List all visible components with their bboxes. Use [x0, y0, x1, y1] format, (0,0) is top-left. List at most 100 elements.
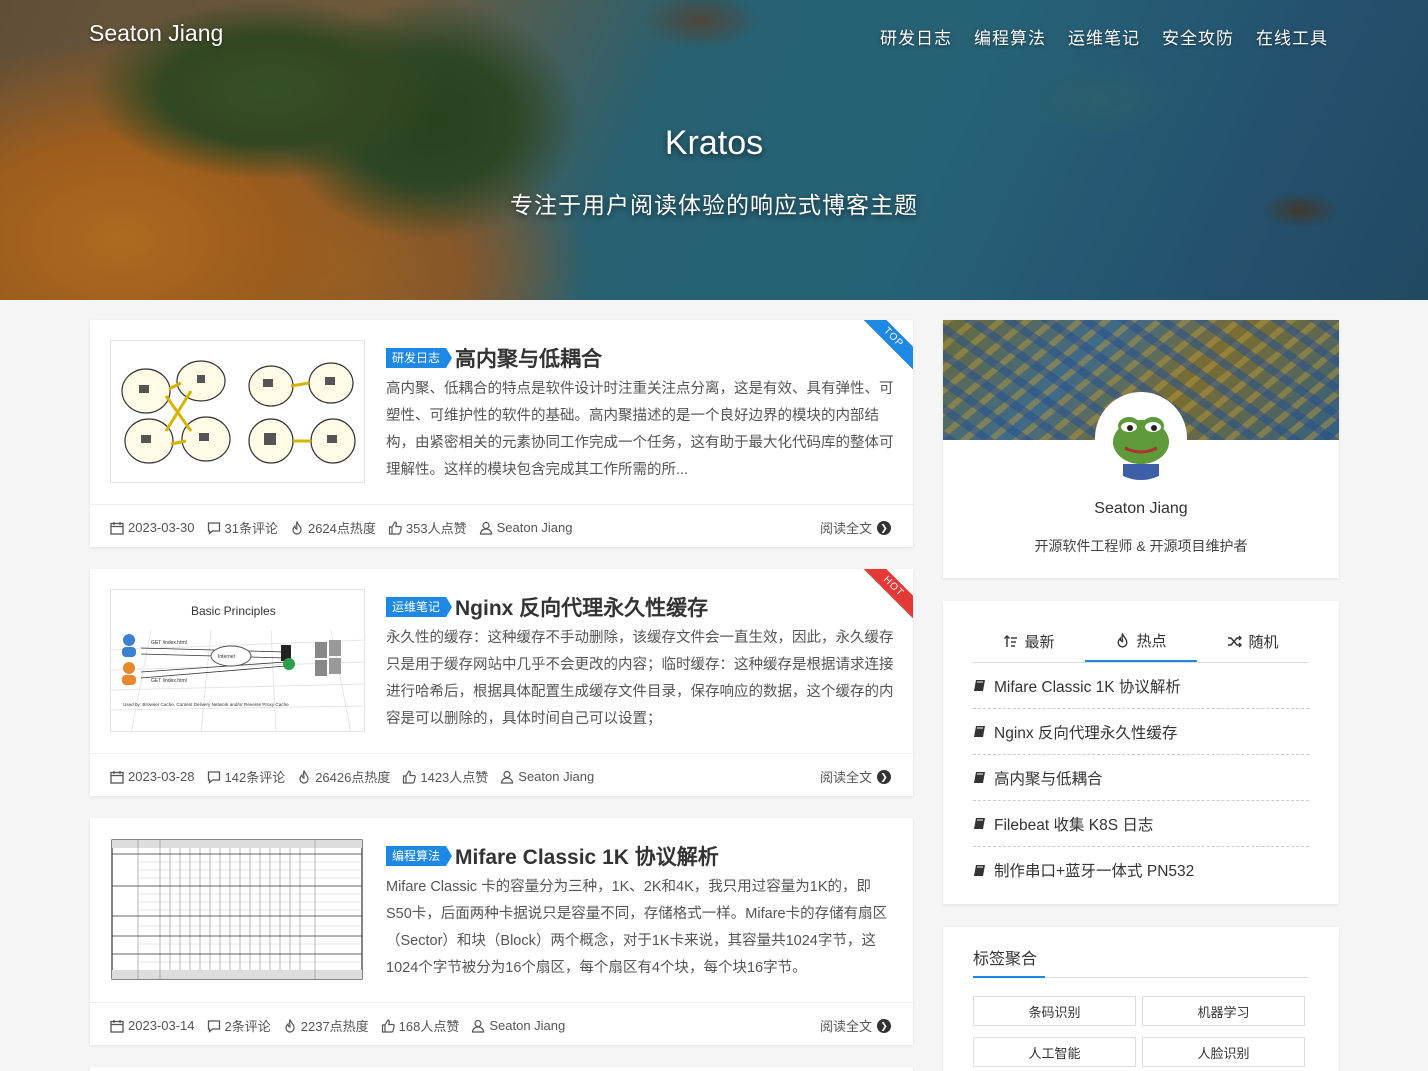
site-brand[interactable]: Seaton Jiang	[89, 20, 223, 47]
calendar-icon	[110, 1019, 124, 1033]
post-author-text: Seaton Jiang	[489, 1018, 566, 1033]
mifare-memory-table-image	[111, 839, 363, 980]
thumb-request-label-2: GET /index.html	[151, 678, 187, 684]
post-likes[interactable]: 353人点赞	[388, 518, 467, 537]
list-item[interactable]: Nginx 反向代理永久性缓存	[973, 709, 1309, 755]
nav-item-tools[interactable]: 在线工具	[1256, 24, 1328, 49]
thumb-internet-label: Internet	[218, 654, 236, 660]
list-item[interactable]: 制作串口+蓝牙一体式 PN532	[973, 847, 1309, 893]
thumb-usedby-label: Used by: Browser Cache, Content Delivery…	[123, 702, 289, 707]
tag-ai[interactable]: 人工智能	[973, 1037, 1136, 1067]
fire-icon	[1118, 633, 1128, 648]
post-views: 26426点热度	[297, 767, 390, 786]
calendar-icon	[110, 521, 124, 535]
read-more-label: 阅读全文	[819, 521, 872, 536]
post-date-text: 2023-03-28	[128, 769, 195, 784]
post-thumbnail[interactable]	[110, 340, 365, 483]
thumbs-up-icon	[388, 520, 402, 535]
tag-machine-learning[interactable]: 机器学习	[1142, 996, 1305, 1026]
hot-post-title: Filebeat 收集 K8S 日志	[994, 816, 1154, 834]
cache-principles-image: Basic Principles Internet GET /index.htm…	[111, 590, 364, 731]
post-date: 2023-03-28	[110, 767, 195, 786]
read-more-link[interactable]: 阅读全文 ❯	[820, 1016, 891, 1035]
tab-label: 随机	[1248, 634, 1279, 651]
post-views-text: 26426点热度	[315, 770, 391, 785]
post-title[interactable]: Nginx 反向代理永久性缓存	[455, 592, 708, 622]
profile-name: Seaton Jiang	[1094, 500, 1188, 517]
list-item[interactable]: Mifare Classic 1K 协议解析	[973, 663, 1309, 709]
top-ribbon: TOP	[851, 320, 913, 380]
post-author[interactable]: Seaton Jiang	[471, 1016, 565, 1035]
hero-subtitle: 专注于用户阅读体验的响应式博客主题	[510, 192, 918, 218]
fire-icon	[292, 520, 302, 535]
category-badge[interactable]: 编程算法	[386, 846, 453, 866]
post-views: 2624点热度	[290, 518, 376, 537]
post-date-text: 2023-03-14	[128, 1018, 195, 1033]
post-comments-text: 31条评论	[224, 521, 278, 536]
list-item[interactable]: Filebeat 收集 K8S 日志	[973, 801, 1309, 847]
fire-icon	[299, 769, 309, 784]
post-card: 研发日志 高内聚与低耦合 高内聚、低耦合的特点是软件设计时注重关注点分离，这是有…	[90, 320, 913, 547]
comment-icon	[207, 1019, 220, 1033]
post-likes[interactable]: 1423人点赞	[402, 767, 488, 786]
book-icon	[974, 726, 985, 737]
category-badge[interactable]: 运维笔记	[386, 597, 453, 617]
calendar-icon	[110, 770, 124, 784]
tag-face-recognition[interactable]: 人脸识别	[1142, 1037, 1305, 1067]
post-views-text: 2237点热度	[300, 1019, 369, 1034]
hero-title: Kratos	[664, 124, 764, 162]
book-icon	[974, 772, 985, 783]
read-more-link[interactable]: 阅读全文 ❯	[820, 767, 891, 786]
post-meta: 2023-03-30 31条评论 2624点热度 353人点赞 Seaton J…	[110, 518, 573, 537]
post-meta: 2023-03-28 142条评论 26426点热度 1423人点赞 Seato…	[110, 767, 594, 786]
nav-item-security[interactable]: 安全攻防	[1162, 24, 1234, 49]
comment-icon	[207, 770, 220, 784]
nav-item-programming[interactable]: 编程算法	[974, 24, 1046, 49]
post-card	[90, 1067, 913, 1071]
post-author[interactable]: Seaton Jiang	[500, 767, 594, 786]
hot-post-list: Mifare Classic 1K 协议解析 Nginx 反向代理永久性缓存 高…	[973, 663, 1309, 893]
user-icon	[479, 521, 492, 535]
nav-item-ops-notes[interactable]: 运维笔记	[1068, 24, 1140, 49]
thumb-request-label-1: GET /index.html	[151, 640, 187, 646]
post-thumbnail[interactable]: Basic Principles Internet GET /index.htm…	[110, 589, 365, 732]
post-footer: 2023-03-30 31条评论 2624点热度 353人点赞 Seaton J…	[90, 504, 913, 547]
post-thumbnail[interactable]	[110, 838, 365, 981]
read-more-link[interactable]: 阅读全文 ❯	[820, 518, 891, 537]
post-excerpt: Mifare Classic 卡的容量分为三种，1K、2K和4K，我只用过容量为…	[386, 879, 888, 976]
tab-label: 最新	[1024, 634, 1055, 651]
post-card: Basic Principles Internet GET /index.htm…	[90, 569, 913, 796]
post-date-text: 2023-03-30	[128, 520, 195, 535]
category-badge[interactable]: 研发日志	[386, 348, 453, 368]
post-title[interactable]: 高内聚与低耦合	[455, 343, 602, 373]
tab-hot[interactable]: 热点	[1085, 621, 1197, 662]
post-excerpt: 高内聚、低耦合的特点是软件设计时注重关注点分离，这是有效、具有弹性、可塑性、可维…	[386, 381, 894, 478]
post-likes[interactable]: 168人点赞	[381, 1016, 460, 1035]
profile-description: 开源软件工程师 & 开源项目维护者	[1034, 538, 1248, 554]
profile-widget: Seaton Jiang 开源软件工程师 & 开源项目维护者	[943, 320, 1339, 578]
post-likes-text: 353人点赞	[405, 521, 467, 536]
post-likes-text: 168人点赞	[398, 1019, 460, 1034]
nav-item-dev-log[interactable]: 研发日志	[880, 24, 952, 49]
user-icon	[501, 770, 514, 784]
chevron-right-icon: ❯	[877, 1018, 891, 1033]
post-comments[interactable]: 31条评论	[207, 518, 278, 537]
post-author[interactable]: Seaton Jiang	[479, 518, 573, 537]
hot-post-title: Mifare Classic 1K 协议解析	[994, 678, 1181, 696]
tab-random[interactable]: 随机	[1197, 621, 1309, 662]
tab-latest[interactable]: 最新	[973, 621, 1085, 662]
post-footer: 2023-03-14 2条评论 2237点热度 168人点赞 Seaton Ji…	[90, 1002, 913, 1045]
posts-widget: 最新 热点 随机 Mifare Classic 1K 协议解析 Nginx 反向…	[943, 601, 1339, 904]
post-comments[interactable]: 2条评论	[207, 1016, 271, 1035]
avatar[interactable]	[1095, 392, 1187, 484]
tag-barcode[interactable]: 条码识别	[973, 996, 1136, 1026]
list-item[interactable]: 高内聚与低耦合	[973, 755, 1309, 801]
post-comments-text: 2条评论	[224, 1019, 271, 1034]
user-icon	[472, 1019, 485, 1033]
post-title[interactable]: Mifare Classic 1K 协议解析	[455, 841, 719, 871]
post-comments-text: 142条评论	[224, 770, 286, 785]
read-more-label: 阅读全文	[819, 770, 872, 785]
post-comments[interactable]: 142条评论	[207, 767, 286, 786]
book-icon	[974, 680, 985, 691]
shuffle-icon	[1228, 635, 1243, 648]
